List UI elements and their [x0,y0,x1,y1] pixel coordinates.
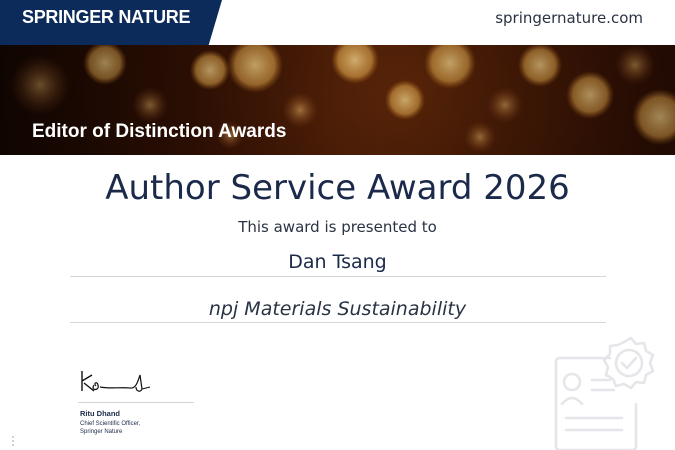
divider [70,276,606,277]
presented-text: This award is presented to [238,218,437,236]
signer-role: Chief Scientific Officer, Springer Natur… [80,420,190,436]
award-title: Author Service Award 2026 [105,168,570,208]
signer-name: Ritu Dhand [80,409,120,418]
brand-block: SPRINGER NATURE [0,0,222,45]
signature-graphic [81,371,151,392]
signer-role-line: Springer Nature [80,429,123,435]
banner-title: Editor of Distinction Awards [32,121,287,142]
edge-mark [12,436,14,448]
signature-line [78,402,194,403]
signer-role-line: Chief Scientific Officer, [80,421,141,427]
brand-logo: SPRINGER NATURE [22,7,191,27]
certificate-badge-icon [554,336,655,450]
recipient-name: Dan Tsang [288,251,387,273]
journal-name: npj Materials Sustainability [208,298,467,320]
divider [70,322,606,323]
site-link[interactable]: springernature.com [495,9,643,27]
banner: Editor of Distinction Awards [0,45,675,155]
header-bar: SPRINGER NATURE springernature.com [0,0,675,45]
